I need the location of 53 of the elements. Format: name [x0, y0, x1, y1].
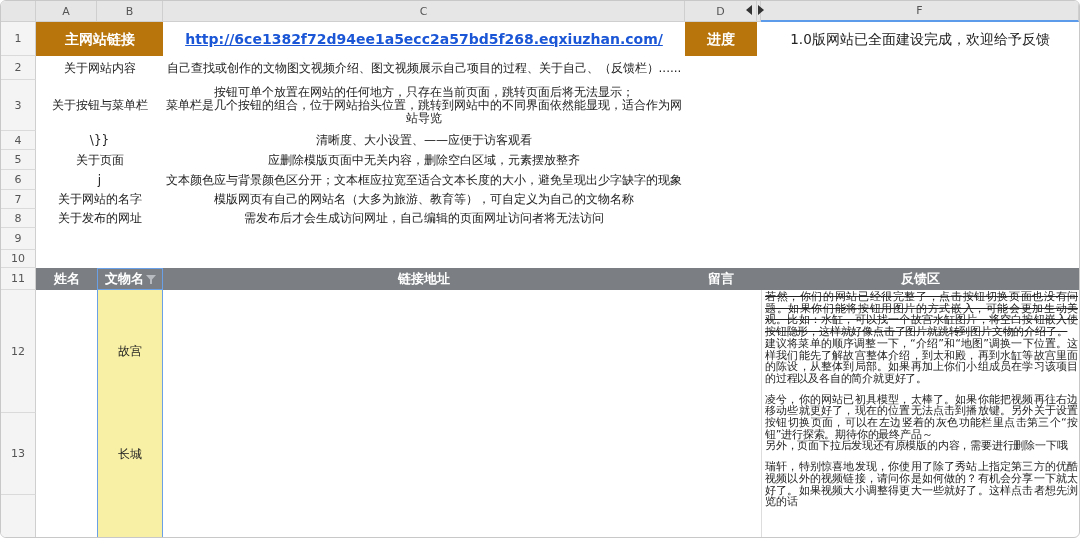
row-number[interactable]: 13	[1, 413, 36, 495]
url-link[interactable]: http://6ce1382f72d94ee1a5ecc2a57bd5f268.eqxiuzhan.com/	[185, 32, 663, 46]
column-header[interactable]: D	[685, 1, 757, 22]
column-header[interactable]: A	[36, 1, 97, 22]
feedback-text: 凌兮，你的网站已初具模型，太棒了。如果你能把视频再往右边移动些就更好了，现在的位置无法点击到播放键。另外关于设置按钮切换页面，可以在左边竖着的灰色功能栏里点击第三个“按钮”进行探索。期待你的最终产品～	[765, 393, 1078, 441]
column-header[interactable]: 链接地址	[163, 268, 685, 290]
title-cell: 进度	[685, 22, 757, 56]
topic-text: 关于网站内容	[63, 61, 136, 75]
note-text: 清晰度、大小设置、——应便于访客观看	[316, 134, 532, 147]
feedback-text: 建议将菜单的顺序调整一下，“介绍”和“地图”调换一下位置。这样我们能先了解故宫整体介绍，到太和殿，再到水缸等故宫里面的陈设，从整体到局部。如果再加上你们小组成员在学习该项目的过程以及各自的简介就更好了。	[765, 337, 1078, 385]
note-text: 模版网页有自己的网站名（大多为旅游、教育等），可自定义为自己的文物名称	[214, 193, 634, 206]
column-header[interactable]: F	[761, 1, 1079, 22]
note-text: 文本颜色应与背景颜色区分开；文本框应拉宽至适合文本长度的大小，避免呈现出少字缺字的现象	[166, 173, 682, 187]
row-number[interactable]: 6	[1, 170, 36, 190]
row-number[interactable]: 10	[1, 250, 36, 268]
row-number[interactable]: 1	[1, 22, 36, 56]
note-text: 需发布后才会生成访问网址，自己编辑的页面网址访问者将无法访问	[244, 212, 604, 225]
feedback-text: 瑞轩，特别惊喜地发现，你使用了除了秀站上指定第三方的优酷视频以外的视频链接，请问你是如何做的？有机会分享一下就太好了。如果视频大小调整得更大一些就好了。这样点击者想先浏览的话	[765, 461, 1078, 508]
column-header[interactable]: 姓名	[36, 268, 97, 290]
row-number[interactable]: 3	[1, 80, 36, 131]
topic-text: \}}	[89, 134, 110, 147]
row-number[interactable]: 7	[1, 190, 36, 209]
sheet-corner[interactable]	[1, 1, 36, 22]
filter-icon[interactable]	[145, 274, 156, 284]
note-text: 应删除模版页面中无关内容，删除空白区域，元素摆放整齐	[268, 153, 580, 167]
row-number[interactable]: 2	[1, 56, 36, 80]
note-text: 菜单栏是几个按钮的组合，位于网站抬头位置，跳转到网站中的不同界面依然能显现，适合作为网站导览	[165, 99, 683, 125]
relic-name: 故宫	[118, 345, 142, 358]
progress-text: 1.0版网站已全面建设完成，欢迎给予反馈	[790, 32, 1050, 46]
row-number[interactable]: 8	[1, 209, 36, 228]
title-cell: 主网站链接	[36, 22, 163, 56]
row-number[interactable]: 4	[1, 131, 36, 150]
column-header[interactable]: 留言	[685, 268, 757, 290]
topic-text: 关于按钮与菜单栏	[51, 99, 148, 112]
relic-name: 长城	[118, 447, 142, 461]
row-number[interactable]: 5	[1, 150, 36, 170]
row-number[interactable]: 12	[1, 290, 36, 413]
column-header[interactable]: 文物名	[97, 268, 163, 290]
column-header[interactable]: C	[163, 1, 685, 22]
topic-text: 关于发布的网址	[57, 212, 142, 225]
note-text: 自己查找或创作的文物图文视频介绍、图文视频展示自己项目的过程、关于自己、（反馈栏）......	[166, 61, 682, 75]
row-number[interactable]: 11	[1, 268, 36, 290]
topic-text: 关于网站的名字	[57, 193, 142, 206]
feedback-text: 另外，页面下拉后发现还有原模版的内容，需要进行删除一下哦	[765, 440, 1069, 453]
note-text: 按钮可单个放置在网站的任何地方，只存在当前页面，跳转页面后将无法显示；	[214, 86, 634, 100]
column-header[interactable]: B	[97, 1, 163, 22]
column-header[interactable]: 反馈区	[761, 268, 1079, 290]
topic-text: j	[97, 173, 102, 187]
topic-text: 关于页面	[75, 153, 124, 167]
row-number[interactable]: 9	[1, 228, 36, 250]
hidden-column-icon[interactable]	[746, 5, 764, 15]
struck-feedback-text: 若然，你们的网站已经很完整了，点击按钮切换页面也没有问题。如果你们能将按钮用图片的方式嵌入，可能会更加生动美观。比如：水缸，可以找一个故宫水缸图片，将空白按钮嵌入使按钮隐形，这样就好像点击了图片就跳转到图片文物的介绍了。	[765, 291, 1078, 338]
row-header[interactable]	[1, 495, 36, 537]
